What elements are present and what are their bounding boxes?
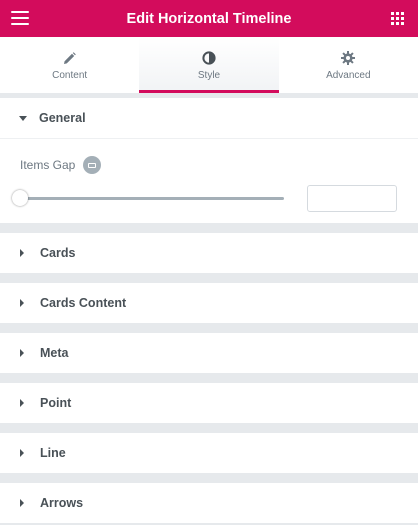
- panel-header: Edit Horizontal Timeline: [0, 0, 418, 37]
- grid-icon[interactable]: [391, 12, 404, 25]
- desktop-icon[interactable]: [83, 156, 102, 174]
- tab-content[interactable]: Content: [0, 37, 139, 93]
- tab-content-label: Content: [52, 70, 88, 81]
- items-gap-slider[interactable]: [12, 190, 284, 206]
- contrast-icon: [202, 51, 216, 65]
- section-meta[interactable]: Meta: [0, 333, 418, 373]
- section-arrows[interactable]: Arrows: [0, 483, 418, 523]
- caret-right-icon: [20, 349, 24, 357]
- section-cards-title: Cards: [40, 246, 76, 260]
- caret-down-icon: [19, 115, 27, 121]
- caret-right-icon: [20, 299, 24, 307]
- panel-title: Edit Horizontal Timeline: [126, 10, 292, 27]
- tab-style-label: Style: [197, 70, 221, 81]
- section-meta-title: Meta: [40, 346, 69, 360]
- section-point-title: Point: [40, 396, 72, 410]
- tab-advanced[interactable]: Advanced: [279, 37, 418, 93]
- section-general-title: General: [39, 111, 86, 125]
- caret-right-icon: [20, 449, 24, 457]
- section-general[interactable]: General: [0, 98, 418, 138]
- pencil-icon: [63, 51, 77, 65]
- tab-advanced-label: Advanced: [326, 70, 371, 81]
- section-line[interactable]: Line: [0, 433, 418, 473]
- section-cards-content-title: Cards Content: [40, 296, 127, 310]
- editor-tabs: Content Style Advanced: [0, 37, 418, 93]
- section-arrows-title: Arrows: [40, 496, 84, 510]
- slider-track: [20, 197, 284, 200]
- slider-handle[interactable]: [12, 190, 28, 206]
- tab-style[interactable]: Style: [139, 37, 279, 93]
- caret-right-icon: [20, 249, 24, 257]
- caret-right-icon: [20, 499, 24, 507]
- hamburger-icon[interactable]: [11, 11, 29, 25]
- gear-icon: [341, 51, 356, 65]
- items-gap-label: Items Gap: [20, 158, 76, 172]
- items-gap-control: Items Gap: [20, 156, 102, 174]
- section-line-title: Line: [40, 446, 66, 460]
- caret-right-icon: [20, 399, 24, 407]
- items-gap-input[interactable]: [307, 185, 397, 212]
- section-general-body: Items Gap: [0, 138, 418, 223]
- section-point[interactable]: Point: [0, 383, 418, 423]
- style-panel: General Items Gap Cards Cards Content Me…: [0, 98, 418, 523]
- section-cards[interactable]: Cards: [0, 233, 418, 273]
- section-cards-content[interactable]: Cards Content: [0, 283, 418, 323]
